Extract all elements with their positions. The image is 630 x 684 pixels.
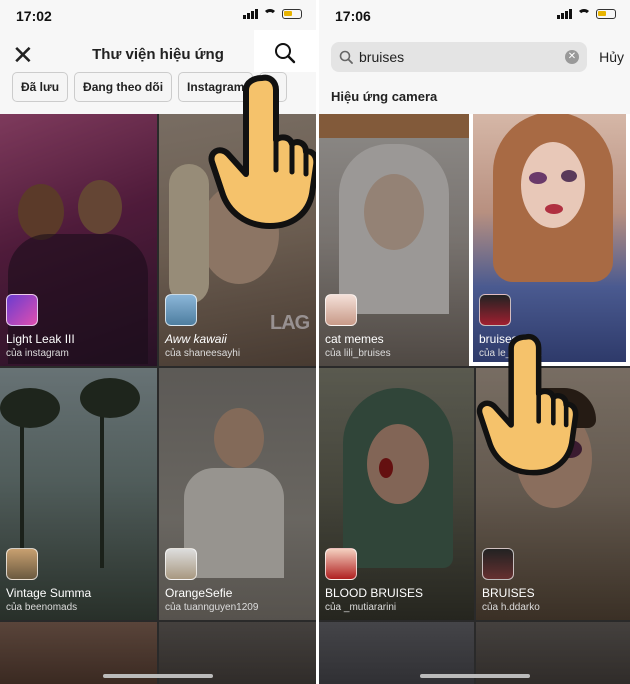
effect-thumbnail <box>325 548 357 580</box>
effect-tile[interactable]: cat memes của lili_bruises <box>319 114 474 366</box>
effect-name: Vintage Summa <box>6 586 92 600</box>
search-input[interactable]: bruises ✕ <box>331 42 587 72</box>
effect-creator: của shaneesayhi <box>165 348 241 359</box>
battery-icon <box>282 8 302 19</box>
status-bar: 17:02 <box>0 0 316 30</box>
photo-bruise <box>561 170 577 182</box>
effects-gallery-screen: Light Leak III của instagram Aww kawaii … <box>0 0 316 684</box>
effect-name: Light Leak III <box>6 332 75 346</box>
effect-thumbnail <box>6 548 38 580</box>
clear-icon[interactable]: ✕ <box>565 50 579 64</box>
signal-icon <box>243 8 258 19</box>
effect-tile[interactable]: OrangeSefie của tuannguyen1209 <box>159 368 316 620</box>
chip-following[interactable]: Đang theo dõi <box>74 72 173 102</box>
effect-name: BLOOD BRUISES <box>325 586 424 600</box>
effect-name: OrangeSefie <box>165 586 233 600</box>
search-results-screen: cat memes của lili_bruises bruises của l… <box>319 0 630 684</box>
effect-tile[interactable]: Vintage Summa của beenomads <box>0 368 157 620</box>
status-bar: 17:06 <box>319 0 630 30</box>
overlay-dim <box>159 368 316 620</box>
status-time: 17:02 <box>16 8 52 24</box>
wifi-icon <box>263 8 277 19</box>
status-icons <box>557 8 616 19</box>
home-indicator <box>103 674 213 678</box>
signal-icon <box>557 8 572 19</box>
overlay-dim <box>319 114 474 366</box>
effect-tile[interactable]: Light Leak III của instagram <box>0 114 157 366</box>
effect-thumbnail <box>165 548 197 580</box>
cancel-button[interactable]: Hủy <box>599 49 624 65</box>
effect-name: BRUISES <box>482 586 535 600</box>
pointing-hand-icon <box>208 74 316 229</box>
photo-person <box>521 142 585 228</box>
search-icon <box>339 50 353 64</box>
pointing-hand-icon <box>476 333 579 476</box>
effect-creator: của lili_bruises <box>325 348 391 359</box>
section-header: Hiệu ứng camera <box>319 86 630 114</box>
effect-name: cat memes <box>325 332 384 346</box>
overlay-dim <box>0 368 157 620</box>
effect-name: Aww kawaii <box>165 332 227 346</box>
section-title: Hiệu ứng camera <box>331 89 438 104</box>
search-bar: bruises ✕ Hủy <box>319 30 630 86</box>
effect-tile[interactable]: BLOOD BRUISES của _mutiararini <box>319 368 474 620</box>
effect-thumbnail <box>482 548 514 580</box>
search-icon <box>275 43 296 64</box>
overlay-dim <box>0 114 157 366</box>
photo-bruise <box>529 172 547 184</box>
status-time: 17:06 <box>335 8 371 24</box>
wifi-icon <box>577 8 591 19</box>
effect-thumbnail <box>325 294 357 326</box>
watermark: LAG <box>270 312 310 334</box>
effect-creator: của instagram <box>6 348 69 359</box>
home-indicator <box>419 674 530 678</box>
search-query: bruises <box>359 49 405 65</box>
effect-creator: của _mutiararini <box>325 602 397 613</box>
overlay-dim <box>319 368 474 620</box>
chip-saved[interactable]: Đã lưu <box>12 72 69 102</box>
effect-creator: của beenomads <box>6 602 78 613</box>
effect-creator: của tuannguyen1209 <box>165 602 259 613</box>
effect-thumbnail <box>479 294 511 326</box>
effect-thumbnail <box>165 294 197 326</box>
effect-creator: của h.ddarko <box>482 602 540 613</box>
battery-icon <box>596 8 616 19</box>
status-icons <box>243 8 302 19</box>
photo-lips <box>545 204 563 214</box>
effect-thumbnail <box>6 294 38 326</box>
